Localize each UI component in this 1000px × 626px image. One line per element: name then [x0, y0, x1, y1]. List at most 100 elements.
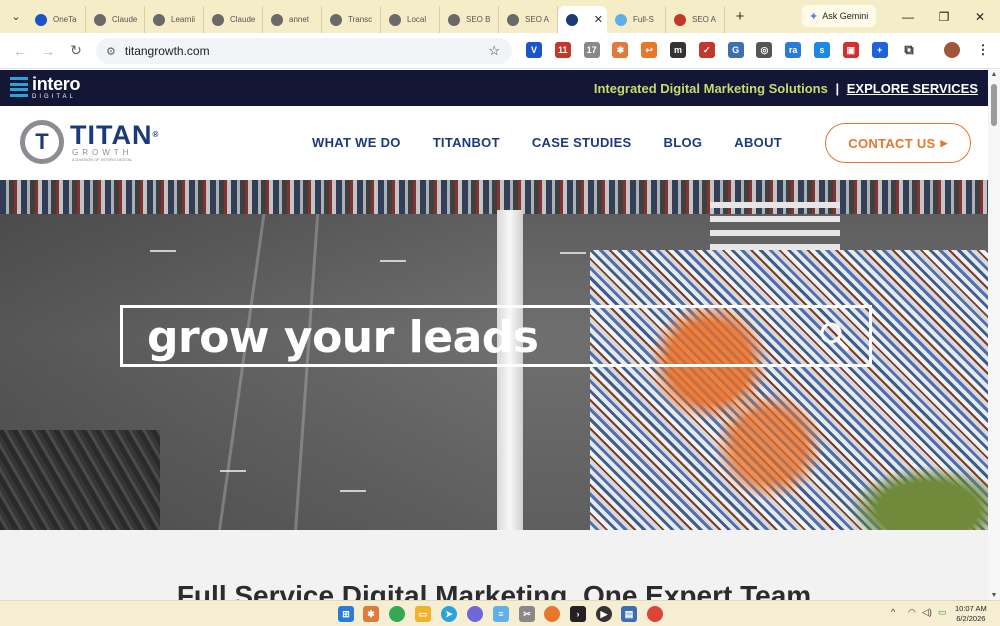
extension-icon[interactable]: 17 — [583, 42, 600, 58]
back-icon[interactable]: ← — [6, 43, 34, 59]
tab-search-button[interactable]: ⌄ — [5, 6, 27, 28]
notepad-icon[interactable]: ≡ — [493, 606, 509, 622]
extension-icon[interactable]: 11 — [554, 42, 571, 58]
firefox-icon[interactable] — [544, 606, 560, 622]
browser-tab[interactable]: Transc — [322, 6, 381, 33]
browser-tab[interactable]: SEO A — [666, 6, 725, 33]
intero-logo[interactable]: intero DIGITAL — [10, 74, 81, 100]
tab-title: Full-S — [633, 15, 654, 24]
terminal-icon[interactable]: › — [570, 606, 586, 622]
hero-road-mark — [220, 470, 246, 472]
intero-bars-icon — [10, 77, 28, 97]
messenger-icon[interactable] — [467, 606, 483, 622]
browser-tab[interactable]: SEO A — [499, 6, 558, 33]
titan-growth-logo[interactable]: T TITAN® GROWTH A DIVISION OF INTERO DIG… — [20, 120, 159, 164]
titan-division: A DIVISION OF INTERO DIGITAL — [72, 157, 133, 162]
globe-icon — [271, 13, 283, 26]
browser-tab[interactable]: SEO B — [440, 6, 499, 33]
close-window-button[interactable]: ✕ — [962, 0, 998, 33]
caret-right-icon: ▶ — [940, 137, 948, 148]
maximize-button[interactable]: ❐ — [926, 0, 962, 33]
new-tab-button[interactable]: + — [729, 8, 751, 25]
hero-track — [217, 214, 266, 530]
extension-icon[interactable]: V — [526, 42, 542, 58]
start-icon[interactable]: ⊞ — [338, 606, 354, 622]
site-info-icon[interactable]: ⚙ — [106, 45, 116, 58]
page-viewport: intero DIGITAL Integrated Digital Market… — [0, 70, 988, 600]
scroll-thumb[interactable] — [991, 84, 997, 126]
extension-icon[interactable]: G — [727, 42, 744, 58]
extension-icon[interactable]: ↩ — [641, 42, 658, 58]
hero-barrier — [497, 210, 523, 530]
hero-image: grow your leads — [0, 180, 988, 530]
nav-titanbot[interactable]: TITANBOT — [433, 135, 500, 150]
tab-title: Local — [407, 15, 427, 24]
ask-gemini-button[interactable]: ✦ Ask Gemini — [802, 5, 876, 27]
browser-tab[interactable]: Claude — [86, 6, 145, 33]
file-explorer-icon[interactable]: ▭ — [415, 606, 431, 622]
scroll-up-icon[interactable]: ▲ — [988, 71, 1000, 78]
tab-title: Claude — [112, 15, 138, 24]
chrome-alt-icon[interactable] — [647, 606, 663, 622]
volume-icon[interactable]: ◁) — [922, 607, 932, 618]
browser-tab[interactable]: Local — [381, 6, 440, 33]
chrome-menu-icon[interactable]: ⋮ — [975, 42, 991, 58]
extension-icon[interactable]: m — [670, 42, 686, 58]
media-player-icon[interactable]: ▶ — [596, 606, 612, 622]
globe-icon — [94, 13, 106, 26]
tab-title: OneTa — [53, 15, 77, 24]
nav-about[interactable]: ABOUT — [734, 135, 782, 150]
address-bar[interactable]: ⚙ titangrowth.com ☆ — [96, 38, 512, 64]
url-text: titangrowth.com — [124, 44, 210, 58]
battery-icon[interactable]: ▭ — [938, 607, 947, 618]
profile-avatar[interactable] — [944, 42, 960, 58]
bookmark-star-icon[interactable]: ☆ — [488, 43, 500, 59]
tab-list: OneTa Claude Learnii Claude annet Transc Local… — [27, 0, 725, 33]
extension-icon[interactable]: ▣ — [842, 42, 859, 58]
extension-icon[interactable]: ◎ — [756, 42, 773, 58]
globe-icon — [330, 13, 342, 26]
scroll-down-icon[interactable]: ▼ — [988, 592, 1000, 599]
nav-blog[interactable]: BLOG — [664, 135, 703, 150]
page-scrollbar[interactable]: ▲ ▼ — [988, 70, 1000, 600]
reload-icon[interactable]: ↻ — [62, 42, 90, 59]
windows-taskbar: ⊞ ✱ ▭ ➤ ≡ ✂ › ▶ ▤ ^ ◠ ◁) ▭ 10:07 AM 6/2/… — [0, 600, 1000, 626]
extension-icon[interactable]: + — [871, 42, 888, 58]
browser-tab[interactable]: OneTa — [27, 6, 86, 33]
browser-tab[interactable]: ✕ — [558, 6, 607, 33]
hero-road-mark — [380, 260, 406, 262]
nav-case-studies[interactable]: CASE STUDIES — [532, 135, 632, 150]
contact-us-button[interactable]: CONTACT US ▶ — [825, 123, 971, 163]
wifi-icon[interactable]: ◠ — [908, 607, 916, 618]
extension-icon[interactable]: s — [814, 42, 830, 58]
monitor-icon[interactable]: ▤ — [621, 606, 637, 622]
explore-services-link[interactable]: EXPLORE SERVICES — [847, 81, 978, 96]
browser-tab[interactable]: Learnii — [145, 6, 204, 33]
telegram-icon[interactable]: ➤ — [441, 606, 457, 622]
browser-tab[interactable]: annet — [263, 6, 322, 33]
extension-icon[interactable]: ✓ — [698, 42, 715, 58]
tab-title: Claude — [230, 15, 256, 24]
browser-tab[interactable]: Full-S — [607, 6, 666, 33]
extensions-puzzle-icon[interactable]: ⧉ — [901, 42, 917, 58]
ask-gemini-label: Ask Gemini — [822, 11, 869, 21]
snipping-tool-icon[interactable]: ✂ — [519, 606, 535, 622]
forward-icon[interactable]: → — [34, 43, 62, 59]
extension-icon[interactable]: ✱ — [612, 42, 629, 58]
system-clock[interactable]: 10:07 AM 6/2/2026 — [955, 604, 987, 624]
nav-what-we-do[interactable]: WHAT WE DO — [312, 135, 401, 150]
globe-icon — [153, 13, 165, 26]
titan-mark-icon: T — [20, 120, 64, 164]
close-tab-icon[interactable]: ✕ — [594, 13, 603, 26]
intero-logo-text: intero — [32, 74, 81, 94]
minimize-button[interactable]: — — [890, 0, 926, 33]
tab-title: SEO A — [525, 15, 550, 24]
hero-search-box: grow your leads — [120, 305, 872, 367]
claude-icon[interactable]: ✱ — [363, 606, 379, 622]
intero-logo-sub: DIGITAL — [32, 94, 76, 100]
chrome-icon[interactable] — [389, 606, 405, 622]
browser-tab[interactable]: Claude — [204, 6, 263, 33]
extension-icon[interactable]: ra — [785, 42, 802, 58]
hero-road-mark — [150, 250, 176, 252]
tray-chevron-icon[interactable]: ^ — [891, 607, 895, 617]
